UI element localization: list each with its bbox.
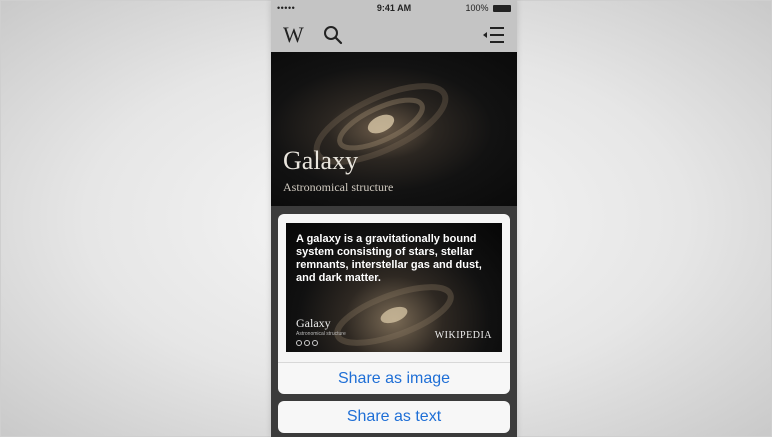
share-card-title: Galaxy [296, 316, 331, 330]
table-of-contents-icon[interactable] [483, 26, 505, 44]
article-subtitle: Astronomical structure [283, 180, 394, 194]
battery-percent: 100% [465, 3, 489, 13]
share-as-text-button[interactable]: Share as text [278, 401, 510, 433]
battery-indicator: 100% [465, 3, 511, 13]
top-toolbar: W [271, 18, 517, 52]
share-as-image-button[interactable]: Share as image [278, 362, 510, 394]
battery-icon [493, 5, 511, 13]
wikipedia-logo[interactable]: W [283, 22, 304, 48]
share-card-subtitle: Astronomical structure [296, 331, 346, 337]
article-lead-image: Galaxy Astronomical structure [271, 52, 517, 206]
license-icons [296, 340, 318, 346]
wikipedia-wordmark: WIKIPEDIA [434, 330, 492, 341]
share-sheet: A galaxy is a gravitationally bound syst… [278, 214, 510, 394]
article-title: Galaxy [283, 146, 359, 175]
status-bar: ••••• 9:41 AM 100% [271, 0, 517, 18]
search-icon[interactable] [323, 25, 343, 45]
share-card-preview[interactable]: A galaxy is a gravitationally bound syst… [286, 223, 502, 352]
share-card-quote: A galaxy is a gravitationally bound syst… [296, 233, 482, 284]
